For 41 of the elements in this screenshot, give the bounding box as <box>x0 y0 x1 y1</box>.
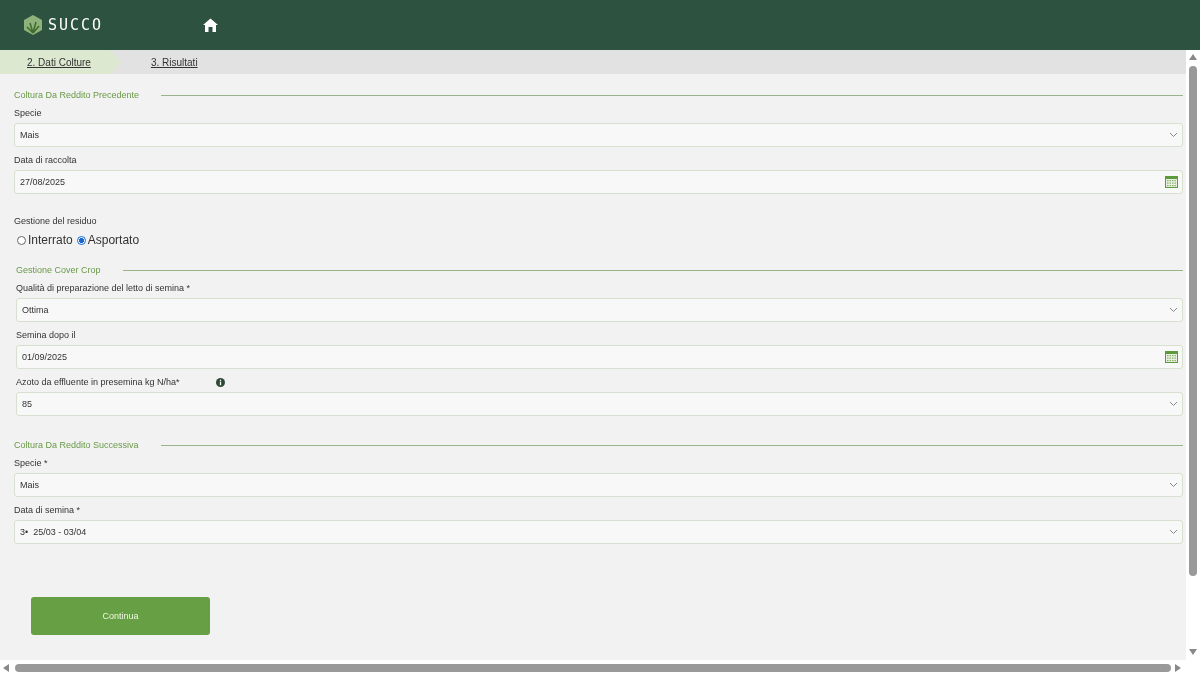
chevron-down-icon <box>1169 401 1178 407</box>
date-field[interactable]: 27/08/2025 <box>14 170 1183 194</box>
calendar-icon[interactable] <box>1165 176 1178 188</box>
select-field[interactable]: 85 <box>16 392 1183 416</box>
home-icon[interactable] <box>203 18 219 32</box>
select-field[interactable]: Ottima <box>16 298 1183 322</box>
field-label: Gestione del residuo <box>14 216 97 226</box>
radio-option[interactable]: Interrato <box>17 233 73 247</box>
scrollbar-thumb[interactable] <box>1189 66 1197 576</box>
field-label: Specie * <box>14 458 48 468</box>
scroll-down-icon[interactable] <box>1189 649 1197 657</box>
radio-option[interactable]: Asportato <box>76 233 140 247</box>
field-label: Azoto da effluente in presemina kg N/ha* <box>16 377 180 387</box>
logo-icon <box>22 14 44 36</box>
chevron-down-icon <box>1169 307 1178 313</box>
scroll-right-icon[interactable] <box>1175 663 1183 672</box>
field-label: Data di semina * <box>14 505 81 515</box>
field-label: Semina dopo il <box>16 330 76 340</box>
select-field[interactable]: Mais <box>14 473 1183 497</box>
field-label: Qualità di preparazione del letto di semina * <box>16 283 191 293</box>
radio-icon[interactable] <box>76 235 86 245</box>
chevron-down-icon <box>1169 529 1178 535</box>
chevron-down-icon <box>1169 482 1178 488</box>
info-icon[interactable] <box>216 377 226 387</box>
scrollbar-thumb[interactable] <box>15 663 1171 672</box>
field-label: Data di raccolta <box>14 155 77 165</box>
calendar-icon[interactable] <box>1165 351 1178 363</box>
scroll-left-icon[interactable] <box>3 663 11 672</box>
radio-icon[interactable] <box>17 235 26 245</box>
logo-text: SUCCO <box>48 16 104 34</box>
select-field[interactable]: 3• 25/03 - 03/04 <box>14 520 1183 544</box>
step-tab[interactable]: 2. Dati Colture <box>0 50 121 74</box>
field-label: Specie <box>14 108 42 118</box>
chevron-down-icon <box>1169 132 1178 138</box>
section-title: Coltura Da Reddito Precedente <box>14 90 140 100</box>
scroll-up-icon[interactable] <box>1189 54 1197 62</box>
section-title: Coltura Da Reddito Successiva <box>14 440 139 450</box>
select-field[interactable]: Mais <box>14 123 1183 147</box>
section-title: Gestione Cover Crop <box>16 265 101 275</box>
date-field[interactable]: 01/09/2025 <box>16 345 1183 369</box>
step-tab[interactable]: 3. Risultati <box>120 50 198 74</box>
